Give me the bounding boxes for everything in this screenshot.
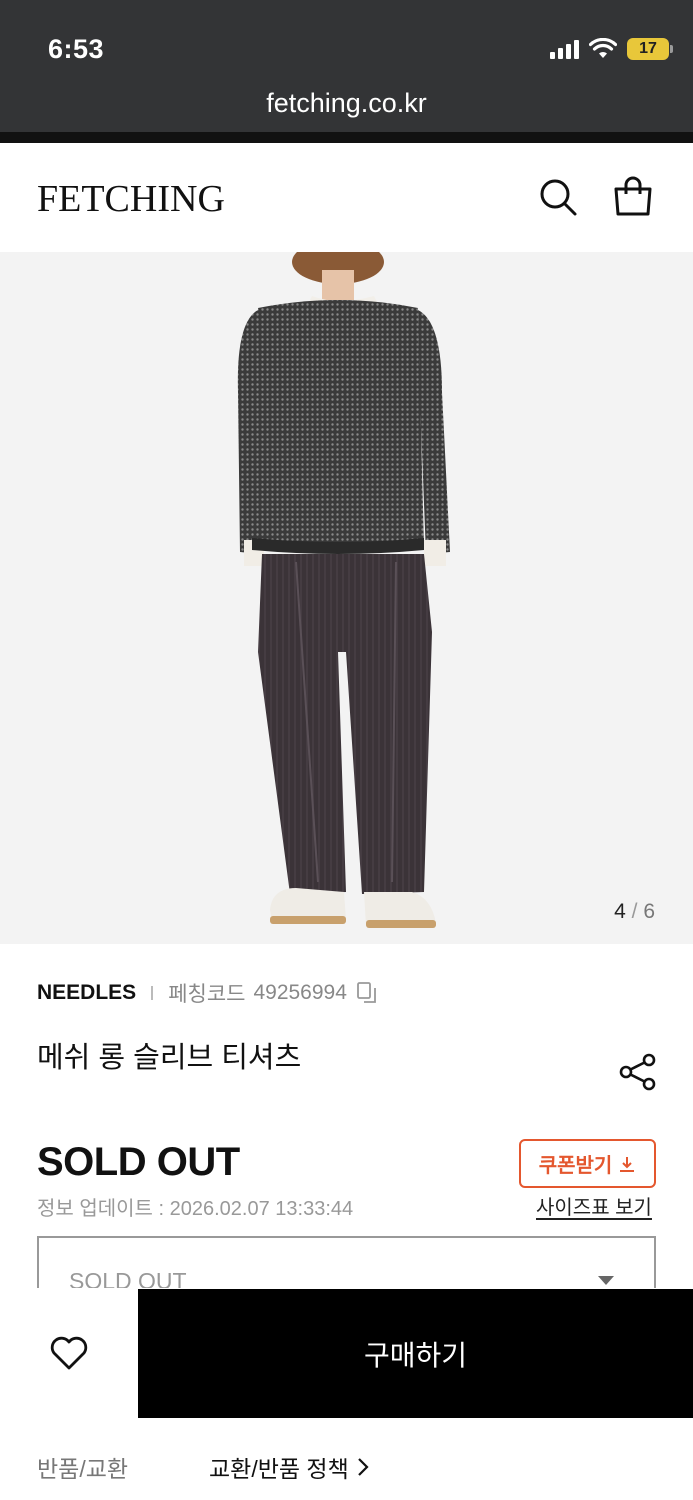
- return-policy-link-text: 교환/반품 정책: [209, 1456, 349, 1482]
- wifi-icon: [589, 38, 617, 58]
- browser-chrome: 6:53 17 fetching.co.kr: [0, 0, 693, 143]
- product-title: 메쉬 롱 슬리브 티셔츠: [37, 1042, 302, 1074]
- chevron-right-icon: [357, 1458, 369, 1476]
- image-counter-current: 4: [614, 900, 626, 923]
- price-status: SOLD OUT: [37, 1140, 240, 1184]
- return-policy-link[interactable]: 교환/반품 정책: [209, 1450, 369, 1484]
- status-icons: 17: [550, 38, 673, 60]
- image-counter-separator: /: [631, 900, 638, 923]
- product-code-label: 페칭코드: [168, 983, 246, 1006]
- download-icon: [620, 1156, 635, 1172]
- heart-icon[interactable]: [48, 1332, 90, 1374]
- copy-icon[interactable]: [355, 981, 379, 1005]
- product-code-value: 49256994: [253, 981, 347, 1004]
- brand-divider: [151, 986, 154, 1000]
- return-exchange-label: 반품/교환: [37, 1456, 129, 1482]
- brand-row: NEEDLES 페칭코드 49256994: [37, 978, 379, 1008]
- image-counter: 4 / 6: [614, 900, 655, 924]
- coupon-label: 쿠폰받기: [538, 1155, 613, 1177]
- shopping-bag-icon[interactable]: [611, 175, 655, 219]
- buy-bar: 구매하기: [0, 1288, 693, 1418]
- info-updated-timestamp: 정보 업데이트 : 2026.02.07 13:33:44: [37, 1198, 354, 1220]
- chrome-divider: [0, 132, 693, 143]
- product-photo: [237, 252, 450, 928]
- search-icon[interactable]: [536, 175, 580, 219]
- cellular-signal-icon: [550, 39, 579, 59]
- share-icon[interactable]: [618, 1052, 658, 1092]
- return-policy-row: 반품/교환 교환/반품 정책: [0, 1418, 693, 1500]
- brand-name[interactable]: NEEDLES: [37, 981, 136, 1005]
- url-bar[interactable]: fetching.co.kr: [0, 88, 693, 119]
- size-chart-link[interactable]: 사이즈표 보기: [536, 1191, 652, 1220]
- coupon-button[interactable]: 쿠폰받기: [519, 1139, 656, 1188]
- image-counter-total: 6: [643, 900, 655, 923]
- dropdown-arrow-icon: [598, 1276, 614, 1285]
- battery-icon: 17: [627, 38, 673, 60]
- product-image-gallery[interactable]: 4 / 6: [0, 252, 693, 944]
- fetching-logo[interactable]: FETCHING: [37, 177, 225, 221]
- app-header: FETCHING: [0, 143, 693, 252]
- status-time: 6:53: [48, 34, 105, 64]
- buy-button[interactable]: 구매하기: [138, 1289, 693, 1418]
